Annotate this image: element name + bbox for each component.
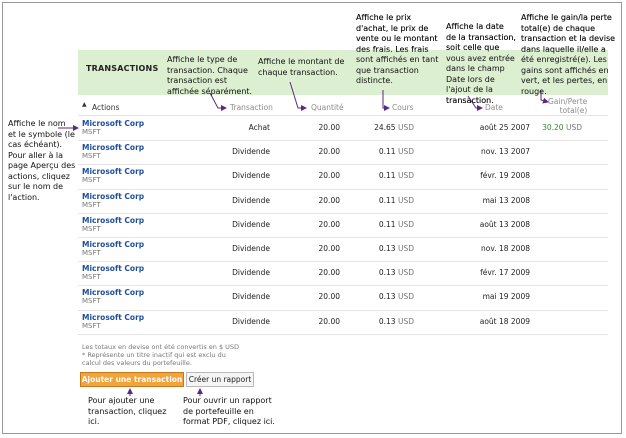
callout-arrows <box>58 81 549 396</box>
arrow-price <box>382 90 390 111</box>
arrow-quantity <box>289 81 307 111</box>
arrow-date <box>467 95 483 111</box>
arrow-transaction <box>209 92 227 111</box>
arrow-gain <box>540 90 549 104</box>
